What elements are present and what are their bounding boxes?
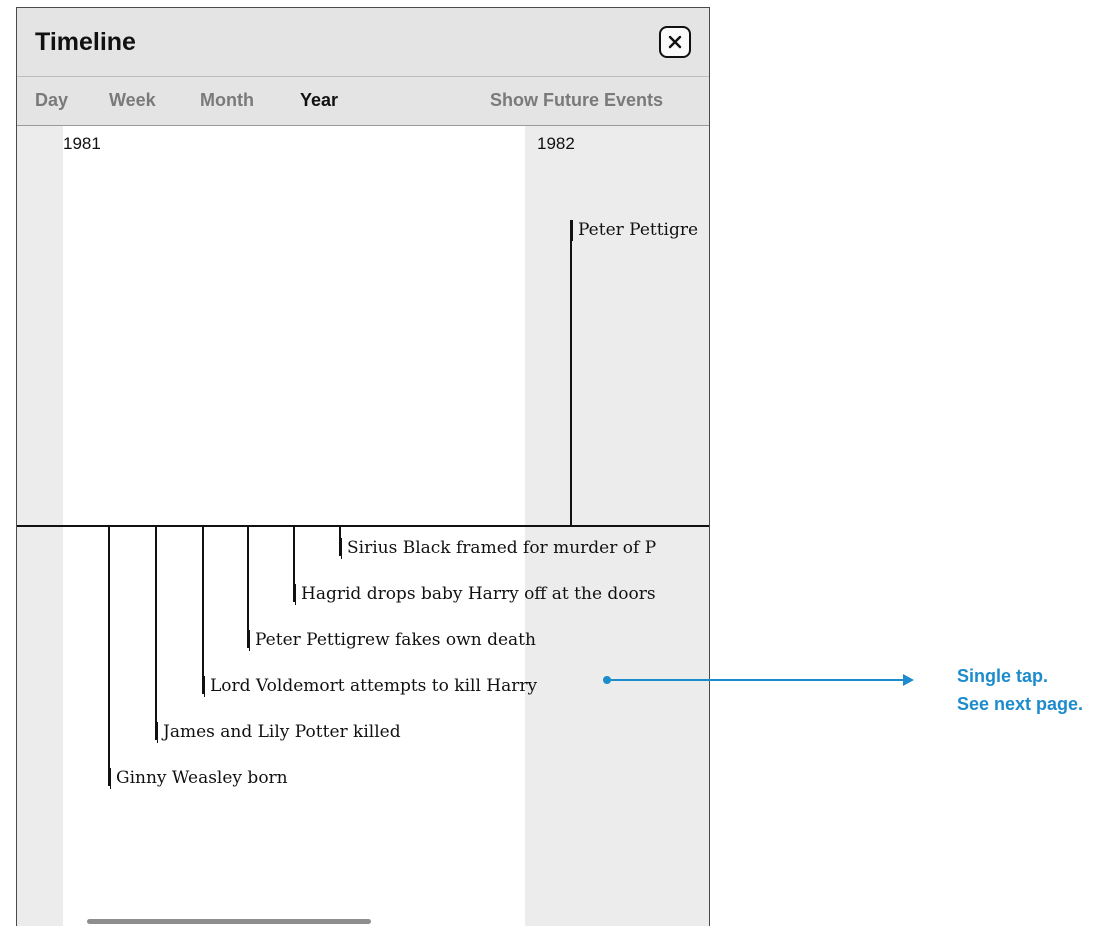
year-label-1982: 1982 bbox=[537, 134, 575, 153]
tab-month[interactable]: Month bbox=[200, 90, 254, 111]
event-potters-killed[interactable]: James and Lily Potter killed bbox=[157, 722, 401, 743]
timeline-panel: Timeline Day Week Month Year Show Future… bbox=[16, 7, 710, 926]
event-voldemort-attempts-kill[interactable]: Lord Voldemort attempts to kill Harry bbox=[203, 676, 537, 697]
event-pettigrew-fakes-death[interactable]: Peter Pettigrew fakes own death bbox=[249, 630, 536, 651]
title-bar: Timeline bbox=[17, 8, 709, 77]
horizontal-scrollbar[interactable] bbox=[87, 919, 371, 924]
page-title: Timeline bbox=[35, 28, 136, 56]
event-stem bbox=[108, 526, 110, 786]
year-label-1981: 1981 bbox=[63, 134, 101, 153]
timeline-canvas[interactable]: 1981 1982 Peter Pettigre Sirius Black fr… bbox=[17, 126, 709, 926]
event-ginny-born[interactable]: Ginny Weasley born bbox=[110, 768, 288, 789]
tab-day[interactable]: Day bbox=[35, 90, 68, 111]
close-icon bbox=[668, 35, 682, 49]
tab-week[interactable]: Week bbox=[109, 90, 156, 111]
callout-line-1: Single tap. bbox=[957, 666, 1049, 686]
scale-tab-bar: Day Week Month Year Show Future Events bbox=[17, 77, 709, 126]
event-stem bbox=[155, 526, 157, 740]
callout-annotation: Single tap. See next page. bbox=[957, 662, 1083, 718]
callout-line-2: See next page. bbox=[957, 694, 1084, 714]
event-stem bbox=[202, 526, 204, 694]
tab-year[interactable]: Year bbox=[300, 90, 338, 111]
event-peter-pettigrew-1982[interactable]: Peter Pettigre bbox=[571, 220, 698, 241]
close-button[interactable] bbox=[659, 26, 691, 58]
show-future-events-link[interactable]: Show Future Events bbox=[490, 90, 663, 111]
callout-line bbox=[610, 679, 906, 681]
timeline-axis bbox=[17, 525, 709, 527]
event-stem bbox=[570, 220, 572, 526]
event-sirius-black-framed[interactable]: Sirius Black framed for murder of P bbox=[340, 538, 656, 559]
arrow-right-icon bbox=[903, 674, 914, 686]
event-hagrid-drops-harry[interactable]: Hagrid drops baby Harry off at the doors bbox=[295, 584, 656, 605]
